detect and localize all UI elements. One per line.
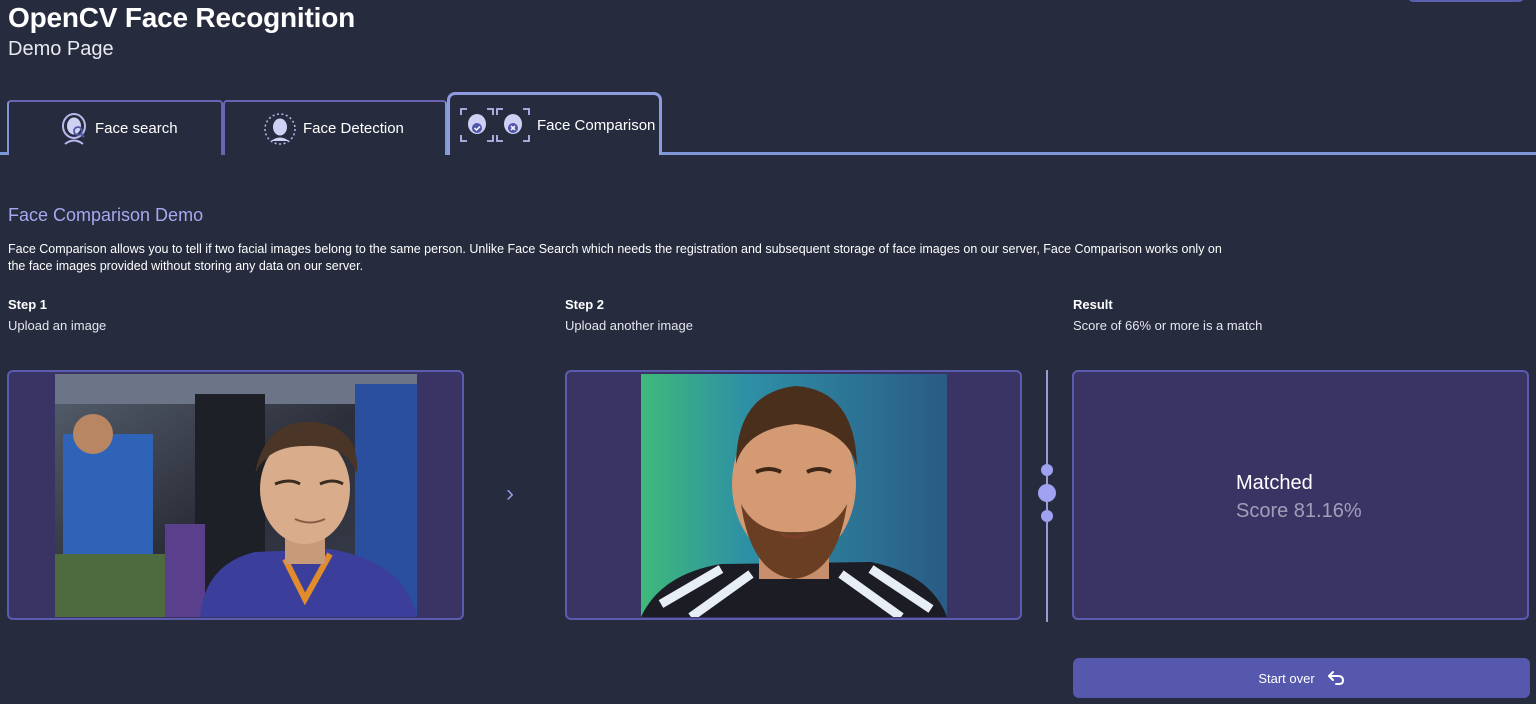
tab-face-detection-label: Face Detection — [303, 120, 404, 137]
start-over-button[interactable]: Start over — [1073, 658, 1530, 698]
result-heading: Result — [1073, 297, 1113, 312]
uploaded-photo-2 — [641, 374, 947, 617]
step2-heading: Step 2 — [565, 297, 605, 312]
undo-arrow-icon — [1327, 671, 1344, 685]
result-subheading: Score of 66% or more is a match — [1073, 318, 1263, 333]
tab-face-comparison-label: Face Comparison — [537, 116, 656, 134]
slider-dot-bottom[interactable] — [1041, 510, 1053, 522]
result-score: Score 81.16% — [1236, 500, 1362, 522]
app-title: OpenCV Face Recognition — [8, 2, 355, 33]
face-comparison-icon — [459, 107, 531, 143]
slider-dot-top[interactable] — [1041, 464, 1053, 476]
face-detection-icon — [263, 112, 297, 146]
tab-underline — [660, 152, 1536, 155]
slider-handle[interactable] — [1038, 484, 1056, 502]
step1-subheading: Upload an image — [8, 318, 107, 333]
section-title: Face Comparison Demo — [8, 205, 204, 225]
top-right-button[interactable] — [1406, 0, 1526, 2]
tab-face-detection[interactable]: Face Detection — [223, 100, 447, 155]
upload-panel-2[interactable] — [565, 370, 1022, 620]
uploaded-photo-1 — [55, 374, 417, 617]
tab-face-search[interactable]: Face search — [7, 100, 223, 155]
upload-panel-1[interactable] — [7, 370, 464, 620]
page: OpenCV Face Recognition Demo Page Face s… — [0, 0, 1536, 704]
result-panel: Matched Score 81.16% — [1072, 370, 1529, 620]
chevron-right-icon: › — [506, 480, 514, 507]
tab-face-comparison[interactable]: Face Comparison — [447, 92, 662, 155]
step1-heading: Step 1 — [8, 297, 48, 312]
section-description: Face Comparison allows you to tell if tw… — [8, 242, 1222, 273]
app-subtitle: Demo Page — [8, 38, 114, 60]
step2-subheading: Upload another image — [565, 318, 693, 333]
face-search-icon — [61, 112, 87, 146]
start-over-label: Start over — [1258, 670, 1315, 686]
result-status: Matched — [1236, 472, 1313, 494]
tab-face-search-label: Face search — [95, 120, 178, 137]
